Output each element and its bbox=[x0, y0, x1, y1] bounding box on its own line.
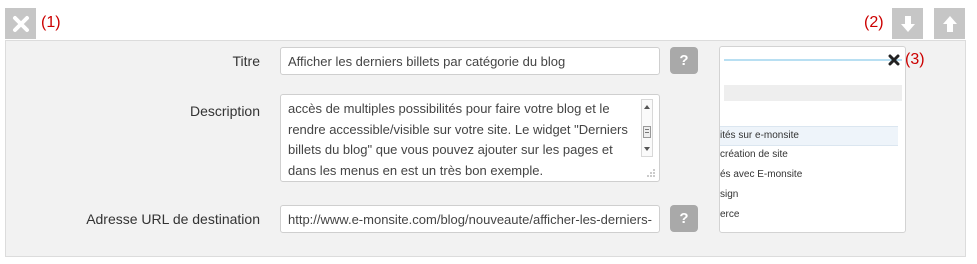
annotation-2: (2) bbox=[864, 14, 884, 31]
scroll-thumb[interactable] bbox=[643, 126, 651, 138]
description-textarea[interactable]: accès de multiples possibilités pour fai… bbox=[280, 94, 660, 182]
url-label: Adresse URL de destination bbox=[86, 211, 260, 227]
description-line: dans les menus en est un très bon exempl… bbox=[288, 162, 544, 178]
scroll-down-icon bbox=[644, 147, 650, 151]
annotation-1: (1) bbox=[41, 14, 61, 31]
title-field[interactable] bbox=[280, 47, 660, 75]
preview-bar bbox=[724, 85, 902, 101]
url-input[interactable] bbox=[281, 206, 659, 232]
preview-list-item: erce bbox=[720, 209, 740, 220]
description-line: rendre accessible/visible sur votre site… bbox=[288, 121, 628, 137]
close-icon[interactable] bbox=[888, 54, 900, 66]
preview-list-item: ités sur e-monsite bbox=[720, 126, 898, 146]
title-input[interactable] bbox=[281, 48, 659, 74]
preview-header-bar bbox=[724, 59, 902, 61]
description-line: billets du blog" que vous pouvez ajouter… bbox=[288, 142, 613, 157]
description-text: accès de multiples possibilités pour fai… bbox=[288, 99, 633, 181]
title-help-button[interactable]: ? bbox=[670, 47, 698, 74]
arrow-down-icon bbox=[900, 15, 915, 32]
description-label: Description bbox=[189, 103, 260, 119]
preview-list-item: és avec E-monsite bbox=[720, 169, 803, 180]
arrow-up-icon bbox=[942, 15, 957, 32]
move-up-button[interactable] bbox=[934, 8, 965, 39]
url-help-button[interactable]: ? bbox=[670, 205, 698, 232]
preview-list-item: sign bbox=[720, 189, 739, 200]
delete-widget-button[interactable] bbox=[5, 8, 36, 39]
widget-preview: ités sur e-monsite création de site és a… bbox=[719, 46, 906, 233]
title-label: Titre bbox=[232, 53, 260, 69]
scroll-up-icon bbox=[644, 105, 650, 109]
url-field[interactable] bbox=[280, 205, 660, 233]
annotation-3: (3) bbox=[905, 51, 925, 68]
close-icon bbox=[12, 15, 29, 32]
description-scrollbar[interactable] bbox=[641, 99, 653, 157]
preview-list-item: création de site bbox=[720, 149, 788, 160]
description-line: accès de multiples possibilités pour fai… bbox=[288, 101, 610, 116]
move-down-button[interactable] bbox=[892, 8, 923, 39]
resize-grip-icon[interactable] bbox=[646, 168, 656, 178]
